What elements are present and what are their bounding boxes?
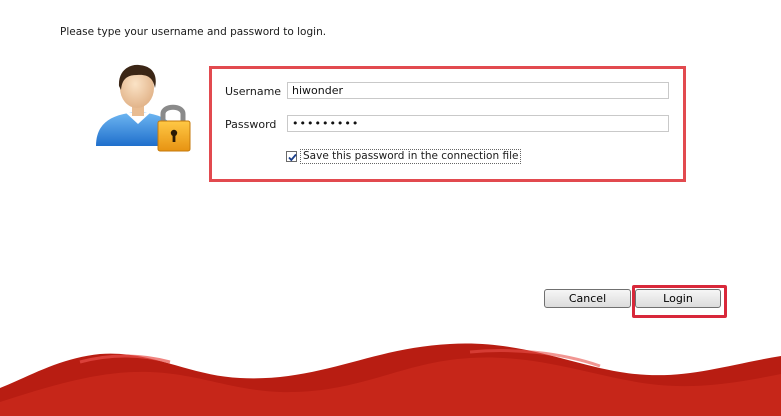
save-password-label: Save this password in the connection fil… [300, 149, 522, 164]
password-input[interactable] [287, 115, 669, 132]
password-label: Password [225, 118, 277, 131]
cancel-button[interactable]: Cancel [544, 289, 631, 308]
user-with-padlock-icon [96, 64, 191, 152]
checkmark-icon [288, 153, 297, 162]
login-button[interactable]: Login [635, 289, 721, 308]
login-instruction: Please type your username and password t… [60, 26, 327, 38]
username-input[interactable] [287, 82, 669, 99]
credentials-highlight: Username Password Save this password in … [209, 66, 686, 182]
decorative-wave-banner [0, 343, 781, 416]
save-password-option[interactable]: Save this password in the connection fil… [286, 148, 522, 165]
username-label: Username [225, 85, 282, 98]
save-password-checkbox[interactable] [286, 151, 297, 162]
